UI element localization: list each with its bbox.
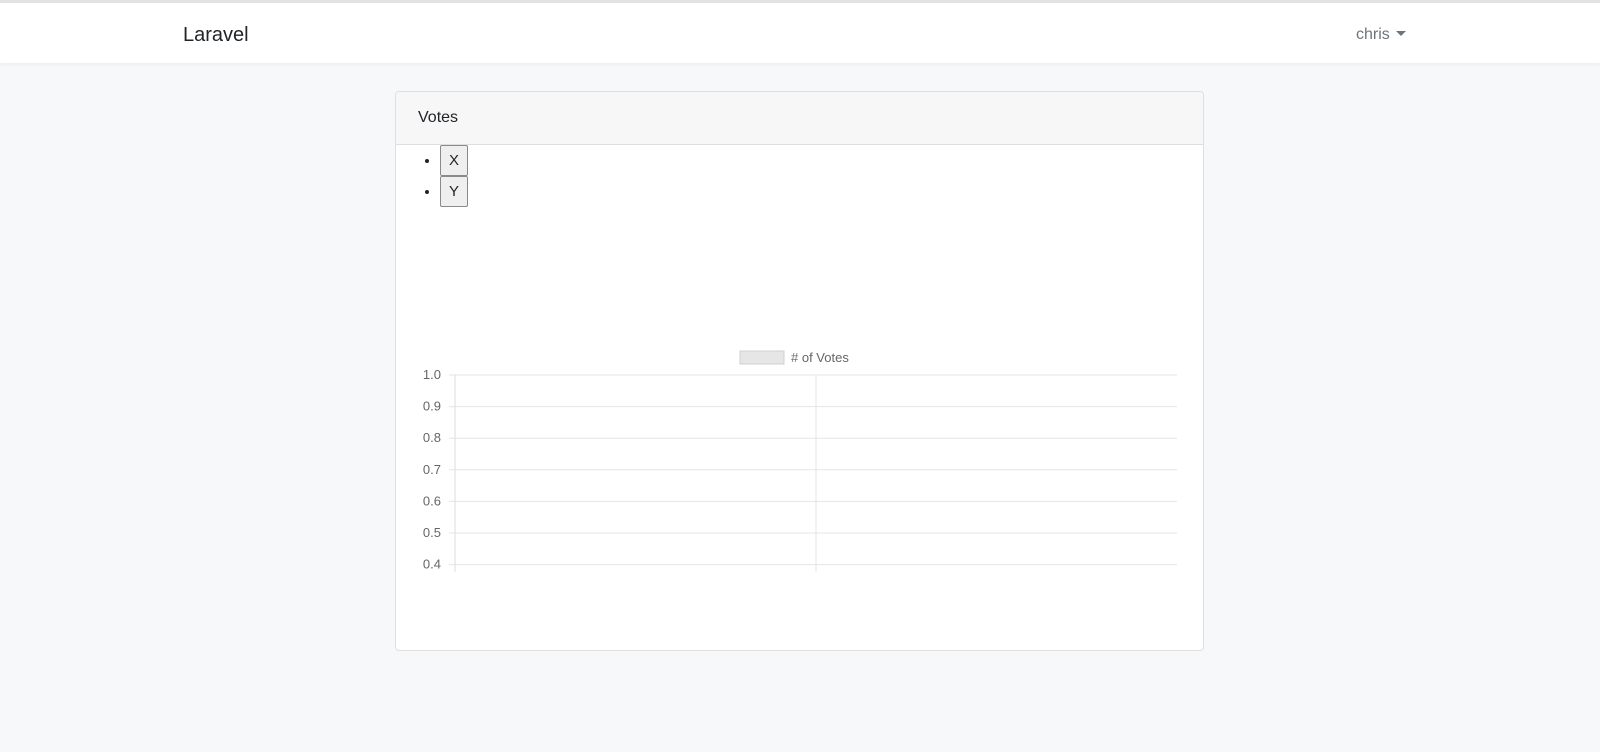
votes-bar-chart: # of Votes00.10.20.30.40.50.60.70.80.91.…	[423, 350, 1177, 572]
y-tick-label: 0.9	[423, 399, 441, 414]
legend-label: # of Votes	[791, 350, 849, 365]
y-tick-label: 0.6	[423, 493, 441, 508]
vote-button-x[interactable]: X	[440, 145, 468, 176]
vote-button-y[interactable]: Y	[440, 176, 468, 207]
user-name: chris	[1356, 26, 1390, 43]
card-title: Votes	[396, 92, 1203, 145]
legend-swatch	[739, 350, 785, 365]
caret-down-icon	[1395, 31, 1406, 36]
vote-options-list: X Y	[396, 145, 468, 207]
y-tick-label: 1.0	[423, 367, 441, 382]
navbar: Laravel chris	[0, 3, 1600, 63]
list-item: X	[440, 145, 468, 176]
y-tick-label: 0.4	[423, 557, 441, 572]
user-dropdown-toggle[interactable]: chris	[1356, 24, 1406, 46]
votes-card: Votes X Y # of Votes00.10.20.30.40.50.60…	[395, 91, 1204, 651]
y-tick-label: 0.7	[423, 462, 441, 477]
brand-link[interactable]: Laravel	[183, 22, 249, 48]
y-tick-label: 0.8	[423, 430, 441, 445]
list-item: Y	[440, 176, 468, 207]
y-tick-label: 0.5	[423, 525, 441, 540]
